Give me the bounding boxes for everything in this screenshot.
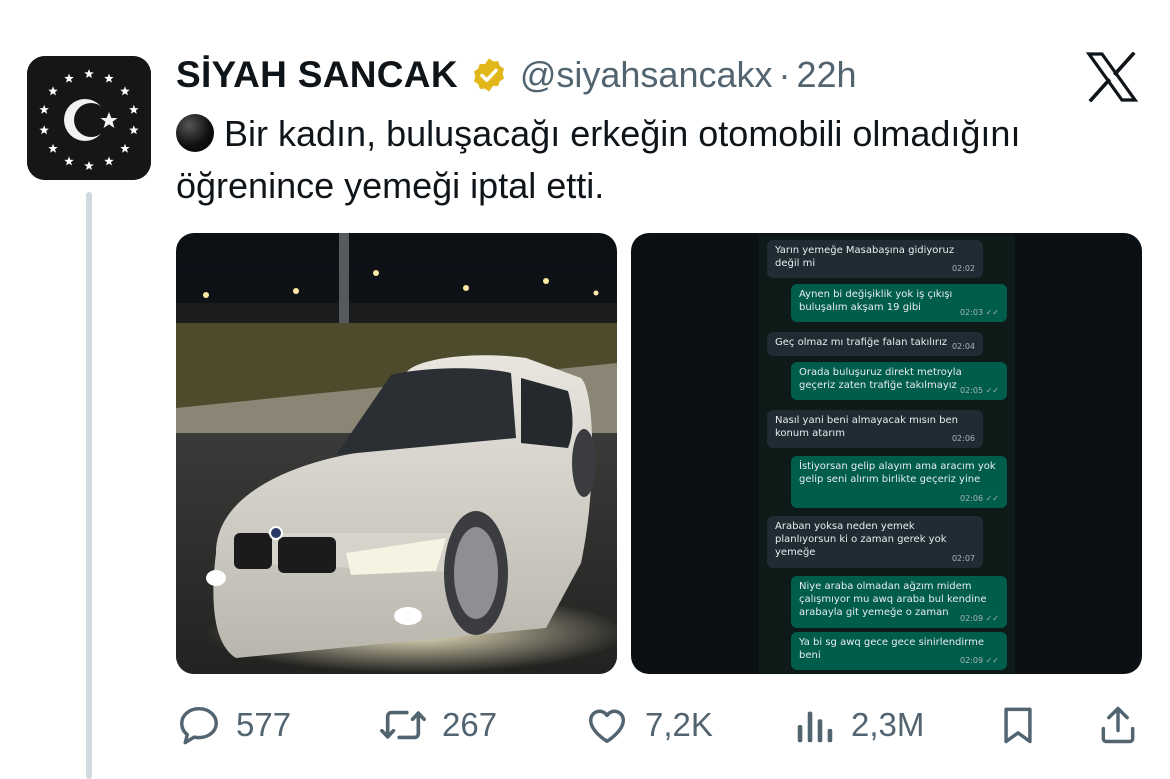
chat-bubble-outgoing: Orada buluşuruz direkt metroyla geçeriz …: [791, 362, 1007, 400]
chat-message-text: Nasıl yani beni almayacak mısın ben konu…: [775, 415, 958, 439]
repost-icon: [380, 710, 426, 740]
repost-button[interactable]: 267: [378, 700, 497, 750]
chat-bubble-outgoing: Aynen bi değişiklik yok iş çıkışı buluşa…: [791, 284, 1007, 322]
chat-message-time: 02:05 ✓✓: [959, 386, 999, 395]
chat-message-time: 02:06 ✓✓: [959, 494, 999, 503]
separator-dot: ·: [778, 54, 791, 95]
reply-icon: [180, 706, 218, 745]
chat-message-time: 02:03 ✓✓: [959, 308, 999, 317]
chat-message-time: 02:07: [951, 554, 975, 563]
tweet-header: SİYAH SANCAK @siyahsancakx · 22h: [176, 50, 857, 100]
repost-count: 267: [442, 706, 498, 743]
share-button[interactable]: [1096, 700, 1140, 750]
crescent-star-logo: [27, 56, 151, 180]
like-count: 7,2K: [645, 706, 713, 743]
chat-message-time: 02:06: [951, 434, 975, 443]
car-photo: [176, 233, 617, 674]
chat-bubble-incoming: Geç olmaz mı trafiğe falan takılırız 02:0…: [767, 332, 983, 356]
verified-badge-icon[interactable]: [470, 56, 508, 94]
media-car-photo[interactable]: [176, 233, 617, 674]
chat-message-time: 02:04: [951, 342, 975, 351]
chat-message-text: Yarın yemeğe Masabaşına gidiyoruz değil …: [775, 245, 955, 269]
bookmark-button[interactable]: [996, 700, 1040, 750]
author-name[interactable]: SİYAH SANCAK: [176, 54, 458, 96]
tweet-text: Bir kadın, buluşacağı erkeğin otomobili …: [176, 108, 1076, 212]
share-icon: [1101, 706, 1135, 744]
chat-message-time: 02:09 ✓✓: [959, 614, 999, 623]
reply-button[interactable]: 577: [176, 700, 291, 750]
like-icon: [588, 709, 626, 744]
chat-message-text: Geç olmaz mı trafiğe falan takılırız: [775, 337, 947, 348]
author-handle[interactable]: @siyahsancakx: [520, 54, 773, 96]
thread-line: [86, 192, 92, 779]
action-bar: 577 267 7,2K 2,3M: [176, 700, 1146, 750]
chat-screenshot: Yarın yemeğe Masabaşına gidiyoruz değil …: [759, 234, 1015, 674]
views-icon: [797, 711, 833, 743]
x-logo-icon[interactable]: [1086, 52, 1138, 102]
chat-bubble-incoming: Araban yoksa neden yemek planlıyorsun ki…: [767, 516, 983, 568]
chat-bubble-outgoing: İstiyorsan gelip alayım ama aracım yok g…: [791, 456, 1007, 508]
chat-message-text: Araban yoksa neden yemek planlıyorsun ki…: [775, 521, 947, 558]
chat-bubble-incoming: Nasıl yani beni almayacak mısın ben konu…: [767, 410, 983, 448]
chat-bubble-outgoing: Niye araba olmadan ağzım midem çalışmıyo…: [791, 576, 1007, 628]
chat-message-time: 02:09 ✓✓: [959, 656, 999, 665]
like-button[interactable]: 7,2K: [583, 700, 713, 750]
views-button[interactable]: 2,3M: [793, 700, 924, 750]
tweet-body: Bir kadın, buluşacağı erkeğin otomobili …: [176, 113, 1021, 206]
tweet-time[interactable]: 22h: [797, 54, 857, 96]
chat-message-text: İstiyorsan gelip alayım ama aracım yok g…: [799, 461, 996, 485]
avatar[interactable]: [27, 56, 151, 180]
chat-message-time: 02:02: [951, 264, 975, 273]
reply-count: 577: [236, 706, 292, 743]
bookmark-icon: [1004, 707, 1032, 744]
chat-bubble-incoming: Yarın yemeğe Masabaşına gidiyoruz değil …: [767, 240, 983, 278]
views-count: 2,3M: [851, 706, 925, 743]
chat-bubble-outgoing: Ya bi sg awq gece gece sinirlendirme ben…: [791, 632, 1007, 670]
black-circle-emoji-icon: [176, 114, 214, 152]
